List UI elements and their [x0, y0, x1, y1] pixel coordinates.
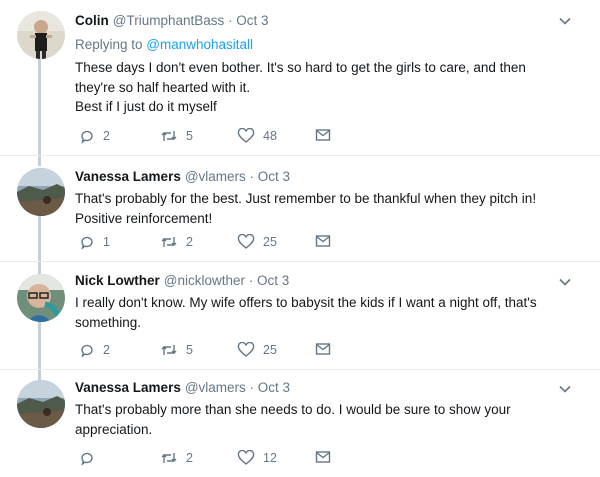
retweet-count: 5: [186, 129, 193, 143]
retweet-count: 5: [186, 343, 193, 357]
dm-button[interactable]: [315, 234, 339, 248]
tweet-text-line: These days I don't even bother. It's so …: [75, 60, 526, 75]
tweet-header: Vanessa Lamers @vlamers · Oct 3: [75, 169, 291, 184]
tweet-text: That's probably for the best. Just remem…: [75, 189, 570, 228]
like-button[interactable]: 12: [237, 450, 277, 466]
reply-icon: [81, 344, 93, 358]
reply-button[interactable]: 1: [79, 234, 110, 250]
chevron-down-icon[interactable]: [558, 14, 572, 28]
avatar[interactable]: [17, 274, 65, 322]
retweet-icon: [161, 237, 177, 247]
avatar-image: [17, 168, 65, 216]
display-name[interactable]: Colin: [75, 13, 109, 28]
envelope-icon: [315, 129, 331, 141]
avatar[interactable]: [17, 168, 65, 216]
tweet-vanessa-2[interactable]: Vanessa Lamers @vlamers · Oct 3 That's pr…: [0, 370, 600, 477]
retweet-button[interactable]: 5: [160, 342, 193, 358]
retweet-icon: [161, 345, 177, 355]
timestamp[interactable]: Oct 3: [258, 380, 290, 395]
tweet-header: Vanessa Lamers @vlamers · Oct 3: [75, 380, 291, 395]
timestamp[interactable]: Oct 3: [257, 273, 289, 288]
tweet-vanessa[interactable]: Vanessa Lamers @vlamers · Oct 3 That's pr…: [0, 156, 600, 260]
display-name[interactable]: Nick Lowther: [75, 273, 160, 288]
replying-to-label: Replying to: [75, 37, 147, 52]
reply-count: 2: [103, 129, 110, 143]
tweet-text-line: Positive reinforcement!: [75, 210, 213, 226]
tweet-actions: 1 2 25: [75, 234, 375, 254]
avatar-image: [17, 274, 65, 322]
tweet-colin[interactable]: Colin @TriumphantBass · Oct 3 Replying to…: [0, 0, 600, 150]
timestamp[interactable]: Oct 3: [258, 169, 290, 184]
avatar-image: [17, 380, 65, 428]
retweet-button[interactable]: 5: [160, 128, 193, 144]
like-button[interactable]: 48: [237, 128, 277, 144]
reply-icon: [81, 130, 93, 144]
reply-count: 1: [103, 235, 110, 249]
tweet-actions: 2 5 48: [75, 128, 375, 148]
heart-icon: [237, 342, 255, 357]
tweet-text-line: I really don't know. My wife offers to b…: [75, 295, 537, 310]
tweet-text-line: Best if I just do it myself: [75, 99, 217, 114]
retweet-count: 2: [186, 451, 193, 465]
chevron-down-icon[interactable]: [558, 382, 572, 396]
reply-icon: [81, 452, 93, 466]
handle[interactable]: @nicklowther: [164, 273, 245, 288]
tweet-text-line: appreciation.: [75, 421, 153, 437]
envelope-icon: [315, 451, 331, 463]
reply-icon: [81, 236, 93, 250]
tweet-text: That's probably more than she needs to d…: [75, 400, 570, 439]
heart-icon: [237, 234, 255, 249]
retweet-button[interactable]: 2: [160, 450, 193, 466]
mention-link[interactable]: @manwhohasitall: [146, 37, 253, 52]
tweet-text: I really don't know. My wife offers to b…: [75, 293, 570, 332]
heart-icon: [237, 450, 255, 465]
handle[interactable]: @vlamers: [185, 169, 246, 184]
like-count: 25: [263, 343, 277, 357]
handle[interactable]: @TriumphantBass: [113, 13, 225, 28]
retweet-count: 2: [186, 235, 193, 249]
tweet-text: These days I don't even bother. It's so …: [75, 58, 570, 117]
chevron-down-icon[interactable]: [558, 275, 572, 289]
envelope-icon: [315, 343, 331, 355]
display-name[interactable]: Vanessa Lamers: [75, 380, 181, 395]
tweet-actions: 2 12: [75, 450, 375, 470]
reply-button[interactable]: 2: [79, 342, 110, 358]
timestamp[interactable]: Oct 3: [236, 13, 268, 28]
retweet-icon: [161, 131, 177, 141]
replying-to: Replying to @manwhohasitall: [75, 37, 253, 52]
retweet-icon: [161, 453, 177, 463]
reply-button[interactable]: [79, 450, 103, 466]
reply-button[interactable]: 2: [79, 128, 110, 144]
reply-count: 2: [103, 343, 110, 357]
tweet-header: Nick Lowther @nicklowther · Oct 3: [75, 273, 290, 288]
tweet-text-line: That's probably more than she needs to d…: [75, 402, 511, 417]
avatar[interactable]: [17, 380, 65, 428]
retweet-button[interactable]: 2: [160, 234, 193, 250]
display-name[interactable]: Vanessa Lamers: [75, 169, 181, 184]
tweet-text-line: they're so half hearted with it.: [75, 79, 251, 95]
tweet-text-line: something.: [75, 314, 142, 330]
tweet-text-line: That's probably for the best. Just remem…: [75, 191, 537, 206]
tweet-nick[interactable]: Nick Lowther @nicklowther · Oct 3 I reall…: [0, 262, 600, 368]
dm-button[interactable]: [315, 128, 339, 142]
like-count: 12: [263, 451, 277, 465]
like-count: 48: [263, 129, 277, 143]
heart-icon: [237, 128, 255, 143]
dm-button[interactable]: [315, 450, 339, 464]
like-button[interactable]: 25: [237, 342, 277, 358]
tweet-header: Colin @TriumphantBass · Oct 3: [75, 13, 269, 28]
handle[interactable]: @vlamers: [185, 380, 246, 395]
tweet-actions: 2 5 25: [75, 342, 375, 362]
avatar-image: [17, 11, 65, 59]
envelope-icon: [315, 235, 331, 247]
dm-button[interactable]: [315, 342, 339, 356]
like-count: 25: [263, 235, 277, 249]
avatar[interactable]: [17, 11, 65, 59]
like-button[interactable]: 25: [237, 234, 277, 250]
